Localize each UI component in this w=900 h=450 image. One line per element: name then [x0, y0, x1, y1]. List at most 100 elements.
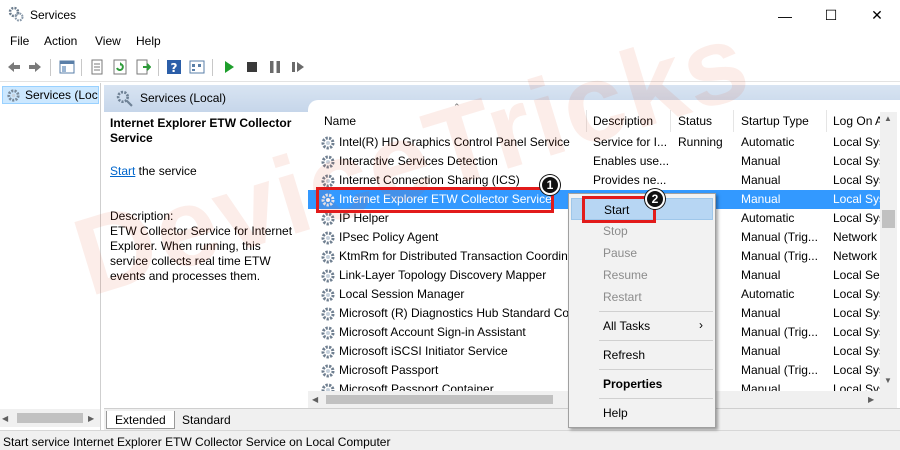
- service-log-on-as: Local Syst: [833, 173, 883, 187]
- gear-icon: [321, 326, 335, 340]
- service-description: Provides ne...: [593, 173, 667, 187]
- service-startup-type: Automatic: [741, 135, 795, 149]
- service-startup-type: Manual: [741, 192, 781, 206]
- tab-extended[interactable]: Extended: [106, 411, 175, 429]
- forward-icon[interactable]: [25, 57, 45, 77]
- service-startup-type: Manual (Trig...: [741, 325, 818, 339]
- scroll-down-icon[interactable]: ▼: [884, 376, 892, 385]
- service-log-on-as: Local Syst: [833, 287, 883, 301]
- service-log-on-as: Local Syst: [833, 192, 883, 206]
- menu-separator: [599, 311, 713, 312]
- toolbar: ?: [0, 52, 900, 82]
- gear-icon: [321, 345, 335, 359]
- status-bar: Start service Internet Explorer ETW Coll…: [0, 430, 900, 450]
- callout-box-service-row: [316, 187, 554, 213]
- menu-item-stop[interactable]: Stop: [571, 220, 713, 242]
- tree-node-services-local[interactable]: Services (Local): [2, 86, 99, 104]
- menu-item-properties[interactable]: Properties: [571, 373, 713, 395]
- column-divider: [826, 110, 827, 132]
- tree-horizontal-scrollbar[interactable]: ◀ ▶: [0, 409, 100, 427]
- scroll-right-icon[interactable]: ▶: [88, 414, 94, 423]
- scroll-left-icon[interactable]: ◀: [312, 395, 318, 404]
- service-log-on-as: Network S: [833, 230, 883, 244]
- menu-item-resume[interactable]: Resume: [571, 264, 713, 286]
- menu-item-restart[interactable]: Restart: [571, 286, 713, 308]
- list-vertical-thumb[interactable]: [882, 210, 895, 228]
- scroll-right-icon[interactable]: ▶: [868, 395, 874, 404]
- restart-icon[interactable]: [288, 57, 308, 77]
- magnifier-gear-icon: [116, 90, 133, 107]
- menu-help[interactable]: Help: [136, 34, 161, 48]
- service-log-on-as: Network S: [833, 249, 883, 263]
- context-menu: Start Stop Pause Resume Restart All Task…: [568, 193, 716, 428]
- play-icon[interactable]: [219, 57, 239, 77]
- service-startup-type: Manual: [741, 306, 781, 320]
- close-button[interactable]: ✕: [854, 0, 900, 31]
- back-icon[interactable]: [4, 57, 24, 77]
- view-icon[interactable]: [187, 57, 207, 77]
- service-log-on-as: Local Syst: [833, 154, 883, 168]
- menu-item-pause[interactable]: Pause: [571, 242, 713, 264]
- properties-icon[interactable]: [87, 57, 107, 77]
- pause-icon[interactable]: [265, 57, 285, 77]
- toolbar-separator: [212, 59, 213, 76]
- minimize-button[interactable]: —: [762, 0, 808, 31]
- service-log-on-as: Local Syst: [833, 135, 883, 149]
- service-log-on-as: Local Syst: [833, 211, 883, 225]
- show-hide-tree-icon[interactable]: [57, 57, 77, 77]
- menu-separator: [599, 340, 713, 341]
- gear-icon: [321, 307, 335, 321]
- service-log-on-as: Local Syst: [833, 325, 883, 339]
- list-vertical-scrollbar[interactable]: ▲ ▼: [880, 112, 897, 408]
- menu-bar: File Action View Help: [0, 31, 900, 52]
- help-icon[interactable]: ?: [164, 57, 184, 77]
- gear-icon: [7, 89, 20, 102]
- service-startup-type: Manual (Trig...: [741, 363, 818, 377]
- tab-standard[interactable]: Standard: [174, 411, 239, 429]
- menu-separator: [599, 369, 713, 370]
- list-horizontal-thumb[interactable]: [326, 395, 553, 404]
- status-text: Start service Internet Explorer ETW Coll…: [3, 435, 391, 449]
- menu-action[interactable]: Action: [44, 34, 77, 48]
- service-startup-type: Automatic: [741, 287, 795, 301]
- menu-view[interactable]: View: [95, 34, 121, 48]
- service-log-on-as: Local Syst: [833, 344, 883, 358]
- service-name: Microsoft (R) Diagnostics Hub Standard C…: [339, 306, 584, 320]
- toolbar-separator: [158, 59, 159, 76]
- start-service-link[interactable]: Start: [110, 164, 135, 178]
- scroll-up-icon[interactable]: ▲: [884, 114, 892, 123]
- gear-icon: [321, 269, 335, 283]
- service-startup-type: Manual (Trig...: [741, 249, 818, 263]
- stop-icon[interactable]: [242, 57, 262, 77]
- service-name: KtmRm for Distributed Transaction Coordi…: [339, 249, 584, 263]
- menu-item-all-tasks[interactable]: All Tasks ›: [571, 315, 713, 337]
- scroll-left-icon[interactable]: ◀: [2, 414, 8, 423]
- service-name: Microsoft Passport: [339, 363, 439, 377]
- menu-file[interactable]: File: [10, 34, 29, 48]
- svg-text:?: ?: [171, 61, 178, 75]
- tree-node-label: Services (Local): [25, 88, 98, 102]
- export-list-icon[interactable]: [133, 57, 153, 77]
- menu-separator: [599, 398, 713, 399]
- maximize-button[interactable]: ☐: [808, 0, 854, 31]
- toolbar-separator: [81, 59, 82, 76]
- service-startup-type: Automatic: [741, 211, 795, 225]
- header-label: Services (Local): [140, 91, 227, 105]
- service-startup-type: Manual: [741, 268, 781, 282]
- menu-item-refresh[interactable]: Refresh: [571, 344, 713, 366]
- services-app-icon: [8, 6, 24, 22]
- toolbar-separator: [50, 59, 51, 76]
- service-name: Link-Layer Topology Discovery Mapper: [339, 268, 547, 282]
- service-log-on-as: Local Serv: [833, 268, 883, 282]
- service-name: Microsoft iSCSI Initiator Service: [339, 344, 508, 358]
- service-name: Microsoft Account Sign-in Assistant: [339, 325, 526, 339]
- tree-scroll-thumb[interactable]: [17, 413, 83, 423]
- menu-item-help[interactable]: Help: [571, 402, 713, 424]
- service-startup-type: Manual: [741, 344, 781, 358]
- gear-icon: [321, 288, 335, 302]
- service-startup-type: Manual: [741, 154, 781, 168]
- service-name: Local Session Manager: [339, 287, 465, 301]
- window-title: Services: [30, 8, 77, 22]
- refresh-icon[interactable]: [110, 57, 130, 77]
- title-bar: Services — ☐ ✕: [0, 0, 900, 31]
